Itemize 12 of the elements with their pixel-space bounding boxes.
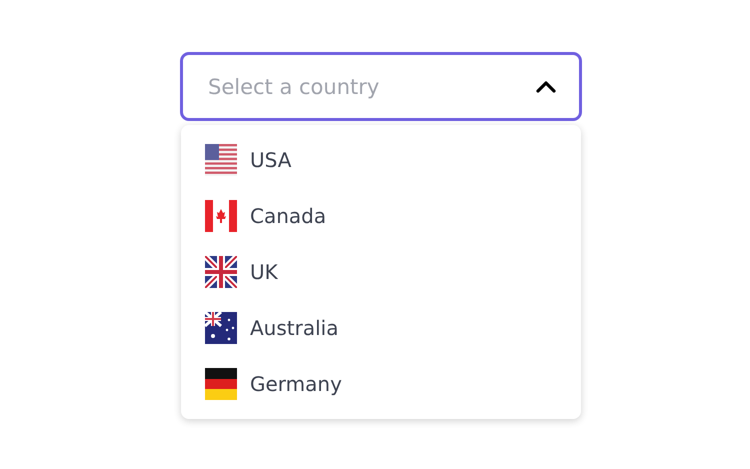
country-option[interactable]: Germany	[181, 356, 581, 412]
flag-icon	[205, 312, 237, 344]
flag-icon	[205, 144, 237, 176]
flag-icon	[205, 256, 237, 288]
placeholder: Select a country	[208, 74, 380, 98]
country-option[interactable]: USA	[181, 132, 581, 188]
country-option[interactable]: Australia	[181, 300, 581, 356]
flag-icon	[205, 200, 237, 232]
country-option[interactable]: Canada	[181, 188, 581, 244]
flag-icon	[205, 368, 237, 400]
country-option[interactable]: UK	[181, 244, 581, 300]
chevron-up-icon	[535, 80, 557, 94]
